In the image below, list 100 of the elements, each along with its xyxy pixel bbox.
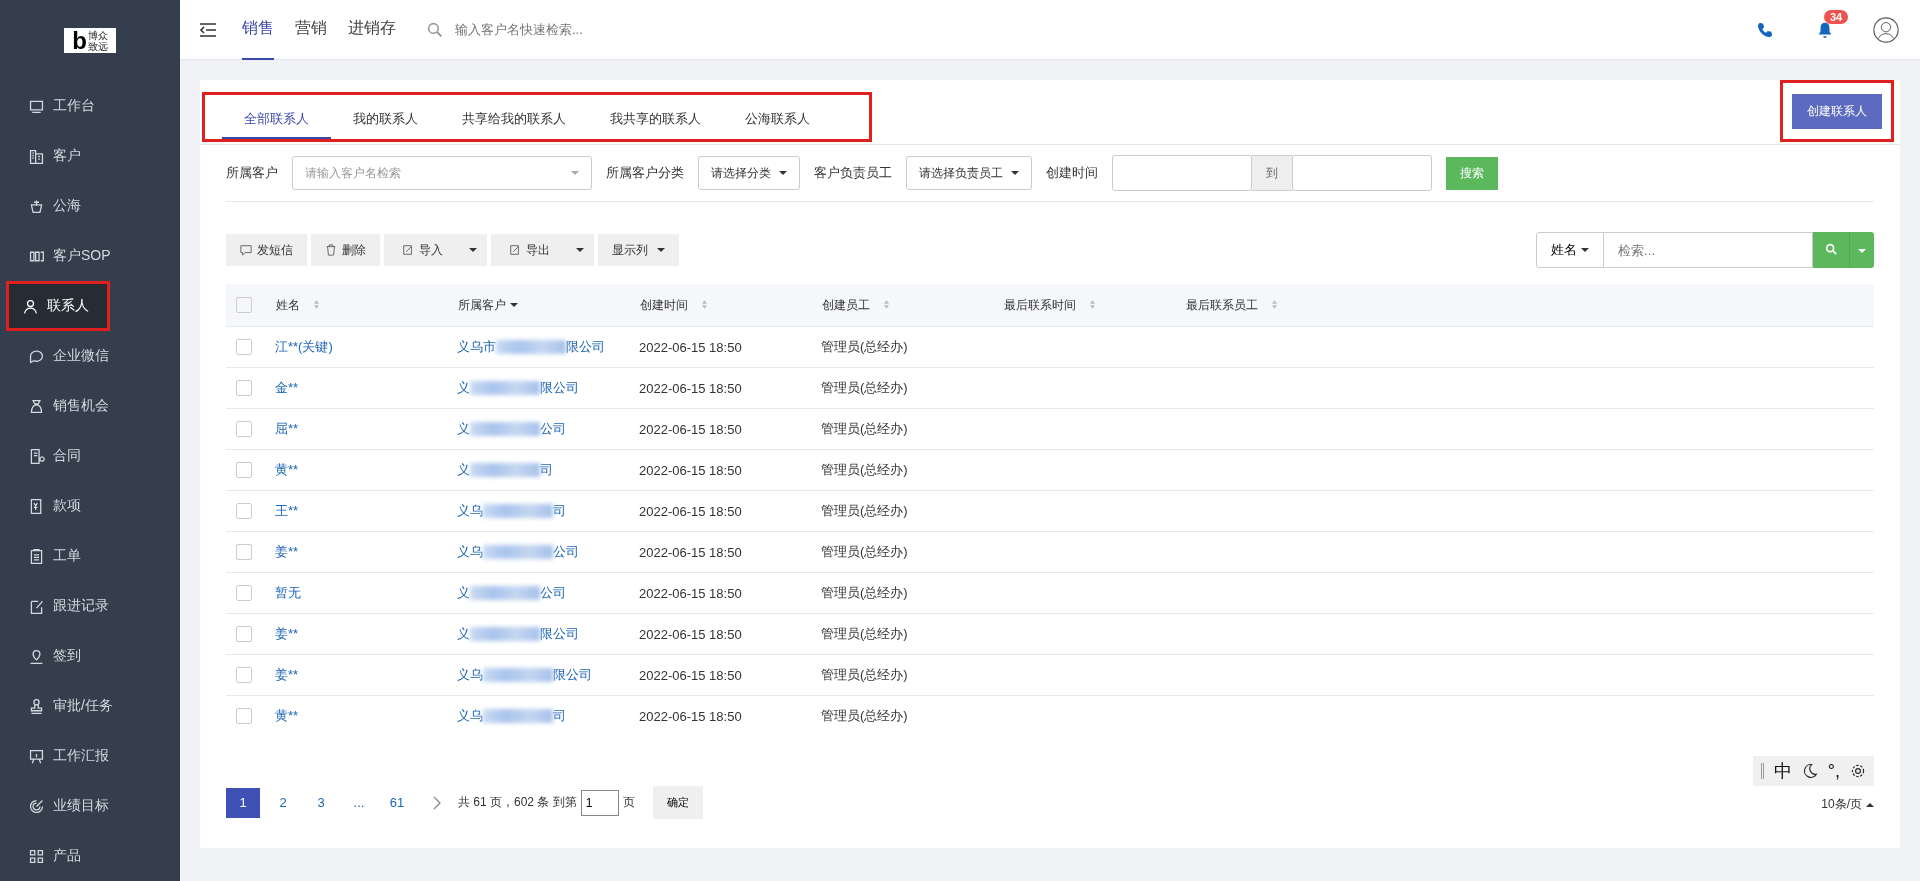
checkbox[interactable] [236, 626, 252, 643]
sidebar-item[interactable]: 企业微信 [0, 331, 180, 381]
customer-link[interactable]: 义乌市 限公司 [457, 338, 605, 356]
column-header[interactable]: 创建时间 [639, 284, 821, 327]
dropdown-button[interactable] [463, 234, 487, 266]
column-header[interactable]: 最后联系员工 [1185, 284, 1367, 327]
checkbox[interactable] [236, 380, 252, 397]
page-link[interactable]: ... [344, 787, 374, 818]
avatar[interactable] [1872, 15, 1900, 44]
contact-tab[interactable]: 全部联系人 [222, 101, 331, 139]
create-contact-button[interactable]: 创建联系人 [1792, 93, 1882, 129]
checkbox[interactable] [236, 544, 252, 561]
contact-name-link[interactable]: 金** [275, 380, 299, 395]
checkbox[interactable] [236, 462, 252, 479]
sidebar-item[interactable]: 款项 [0, 481, 180, 531]
menu-item-icon [28, 797, 45, 815]
contact-name-link[interactable]: 姜** [275, 544, 299, 559]
column-header[interactable]: 创建员工 [821, 284, 1003, 327]
checkbox[interactable] [236, 667, 252, 684]
checkbox[interactable] [236, 339, 252, 356]
sidebar-item[interactable]: 审批/任务 [0, 681, 180, 731]
bell-icon[interactable] [1816, 20, 1834, 39]
dropdown-button[interactable] [570, 234, 594, 266]
date-field[interactable] [1112, 155, 1252, 191]
sidebar-item[interactable]: 联系人 [6, 281, 110, 331]
category-select[interactable]: 请选择分类 [698, 156, 800, 190]
contact-name-link[interactable]: 黄** [275, 462, 299, 477]
date-field[interactable] [1292, 155, 1432, 191]
customer-link[interactable]: 义 限公司 [457, 625, 579, 643]
page-link[interactable]: 1 [226, 787, 260, 818]
customer-link[interactable]: 义乌 公司 [457, 543, 579, 561]
sidebar-item[interactable]: 工单 [0, 531, 180, 581]
table-cell: 管理员(总经办) [821, 326, 1003, 368]
sort-icon[interactable] [702, 299, 707, 309]
contact-tab[interactable]: 公海联系人 [723, 101, 832, 139]
owner-select[interactable]: 请选择负责员工 [906, 156, 1032, 190]
customer-link[interactable]: 义乌 限公司 [457, 666, 592, 684]
contact-name-link[interactable]: 姜** [275, 626, 299, 641]
page-size-select[interactable]: 10条/页 [1821, 796, 1874, 813]
sidebar-item[interactable]: 业绩目标 [0, 781, 180, 831]
contact-tab[interactable]: 共享给我的联系人 [440, 101, 588, 139]
sort-icon[interactable] [1272, 299, 1277, 309]
sidebar-item[interactable]: 工作台 [0, 81, 180, 131]
checkbox[interactable] [236, 297, 252, 313]
contact-tab[interactable]: 我共享的联系人 [588, 101, 723, 139]
sidebar-item[interactable]: 跟进记录 [0, 581, 180, 631]
contact-name-link[interactable]: 姜** [275, 667, 299, 682]
page-link[interactable]: 2 [268, 787, 298, 818]
search-field[interactable]: 检索... [1604, 232, 1813, 268]
toolbar-button[interactable]: 导入 [384, 234, 463, 266]
sidebar-item[interactable]: 销售机会 [0, 381, 180, 431]
sort-icon[interactable] [314, 299, 319, 309]
phone-icon[interactable] [1756, 20, 1774, 39]
search-button[interactable] [1813, 232, 1849, 268]
contact-name-link[interactable]: 黄** [275, 708, 299, 723]
contact-name-link[interactable]: 江**(关键) [275, 339, 333, 354]
contact-name-link[interactable]: 屈** [275, 421, 299, 436]
toolbar-button[interactable]: 显示列 [598, 234, 679, 266]
toolbar-button[interactable]: 发短信 [226, 234, 307, 266]
chevron-right-icon[interactable] [432, 795, 442, 810]
sort-icon[interactable] [1090, 299, 1095, 309]
checkbox[interactable] [236, 421, 252, 438]
sidebar-item[interactable]: 工作汇报 [0, 731, 180, 781]
column-header[interactable]: 最后联系时间 [1003, 284, 1185, 327]
contact-name-link[interactable]: 暂无 [275, 585, 301, 600]
sidebar-item[interactable]: 客户 [0, 131, 180, 181]
page-field[interactable]: 1 [580, 789, 619, 816]
toolbar-button[interactable]: 删除 [311, 234, 380, 266]
checkbox[interactable] [236, 585, 252, 602]
nav-tab[interactable]: 营销 [295, 0, 327, 60]
moon-icon[interactable] [1801, 763, 1818, 779]
field-select[interactable]: 姓名 [1536, 232, 1604, 268]
nav-tab[interactable]: 进销存 [348, 0, 396, 60]
contact-tab[interactable]: 我的联系人 [331, 101, 440, 139]
confirm-button[interactable]: 确定 [652, 786, 703, 819]
table-cell: 管理员(总经办) [821, 531, 1003, 573]
page-link[interactable]: 3 [306, 787, 336, 818]
sidebar-item[interactable]: 客户SOP [0, 231, 180, 281]
dropdown-button[interactable] [1849, 232, 1874, 268]
ime-mode[interactable]: 中 [1773, 759, 1792, 783]
ime-punctuation[interactable]: °, [1827, 760, 1840, 782]
sidebar-item[interactable]: 签到 [0, 631, 180, 681]
customer-link[interactable]: 义 公司 [457, 584, 566, 602]
customer-link[interactable]: 义 公司 [457, 420, 566, 438]
checkbox[interactable] [236, 503, 252, 520]
toolbar-button[interactable]: 导出 [491, 234, 570, 266]
sidebar-item[interactable]: 公海 [0, 181, 180, 231]
nav-tab[interactable]: 销售 [242, 0, 274, 60]
customer-link[interactable]: 义 限公司 [457, 379, 579, 397]
customer-link[interactable]: 义乌 司 [457, 707, 566, 725]
checkbox[interactable] [236, 708, 252, 725]
customer-link[interactable]: 义乌 司 [457, 502, 566, 520]
sort-icon[interactable] [884, 299, 889, 309]
page-link[interactable]: 61 [382, 787, 412, 818]
column-header[interactable]: 所属客户 [457, 284, 639, 327]
sidebar-item[interactable]: 产品 [0, 831, 180, 881]
contact-name-link[interactable]: 王** [275, 503, 299, 518]
settings-icon[interactable] [1850, 763, 1866, 779]
sidebar-item[interactable]: 合同 [0, 431, 180, 481]
column-header[interactable]: 姓名 [275, 284, 457, 327]
